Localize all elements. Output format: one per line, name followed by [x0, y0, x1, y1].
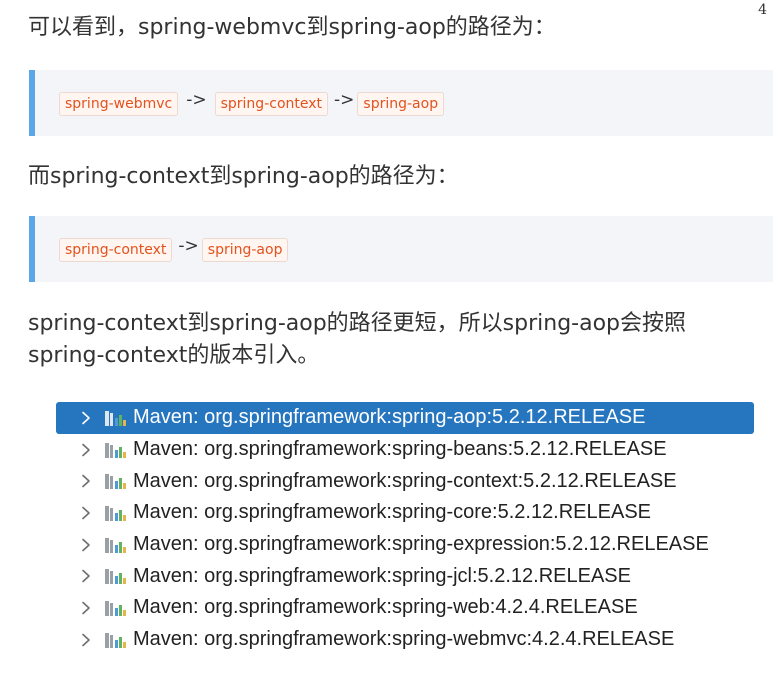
library-tree-row[interactable]: Maven: org.springframework:spring-aop:5.… — [56, 402, 754, 434]
library-label: Maven: org.springframework:spring-beans:… — [133, 438, 667, 461]
chevron-right-icon[interactable] — [76, 474, 96, 488]
chevron-right-icon[interactable] — [76, 443, 96, 457]
library-label: Maven: org.springframework:spring-webmvc… — [133, 628, 675, 651]
library-label: Maven: org.springframework:spring-contex… — [133, 469, 677, 492]
maven-library-icon — [104, 409, 130, 427]
paragraph-conclusion: spring-context到spring-aop的路径更短，所以spring-… — [28, 308, 755, 372]
chevron-right-icon[interactable] — [76, 538, 96, 552]
maven-library-icon — [104, 504, 130, 522]
library-label: Maven: org.springframework:spring-expres… — [133, 533, 709, 556]
code-chip-spring-aop: spring-aop — [201, 238, 289, 262]
library-tree-row[interactable]: Maven: org.springframework:spring-beans:… — [56, 434, 754, 466]
maven-library-icon — [104, 599, 130, 617]
library-label: Maven: org.springframework:spring-web:4.… — [133, 596, 638, 619]
library-tree-row[interactable]: Maven: org.springframework:spring-contex… — [56, 465, 754, 497]
external-libraries-tree: Maven: org.springframework:spring-aop:5.… — [56, 402, 754, 656]
maven-library-icon — [104, 472, 130, 490]
chevron-right-icon[interactable] — [76, 569, 96, 583]
library-label: Maven: org.springframework:spring-jcl:5.… — [133, 564, 631, 587]
path-arrow: -> — [186, 90, 207, 110]
code-chip-spring-context: spring-context — [214, 92, 329, 116]
path-quote-context: spring-context -> spring-aop — [29, 216, 773, 282]
chevron-right-icon[interactable] — [76, 601, 96, 615]
library-label: Maven: org.springframework:spring-core:5… — [133, 501, 652, 524]
library-tree-row[interactable]: Maven: org.springframework:spring-core:5… — [56, 497, 754, 529]
library-tree-row[interactable]: Maven: org.springframework:spring-web:4.… — [56, 592, 754, 624]
path-quote-webmvc: spring-webmvc -> spring-context -> sprin… — [29, 70, 773, 136]
conclusion-line-2: spring-context的版本引入。 — [28, 343, 320, 368]
library-tree-row[interactable]: Maven: org.springframework:spring-jcl:5.… — [56, 560, 754, 592]
maven-library-icon — [104, 631, 130, 649]
chevron-right-icon[interactable] — [76, 633, 96, 647]
path-arrow: -> — [178, 236, 199, 256]
paragraph-intro: 可以看到，spring-webmvc到spring-aop的路径为： — [28, 15, 556, 40]
chevron-right-icon[interactable] — [76, 506, 96, 520]
chevron-right-icon[interactable] — [76, 411, 96, 425]
maven-library-icon — [104, 567, 130, 585]
conclusion-line-1: spring-context到spring-aop的路径更短，所以spring-… — [28, 311, 687, 336]
library-label: Maven: org.springframework:spring-aop:5.… — [133, 406, 646, 429]
paragraph-context-path: 而spring-context到spring-aop的路径为： — [28, 164, 459, 189]
maven-library-icon — [104, 536, 130, 554]
code-chip-spring-webmvc: spring-webmvc — [59, 92, 179, 116]
library-tree-row[interactable]: Maven: org.springframework:spring-expres… — [56, 529, 754, 561]
maven-library-icon — [104, 441, 130, 459]
dependency-path: spring-context -> spring-aop — [59, 236, 289, 262]
page-number: 4 — [758, 2, 767, 18]
dependency-path: spring-webmvc -> spring-context -> sprin… — [59, 90, 445, 116]
code-chip-spring-aop: spring-aop — [357, 92, 445, 116]
code-chip-spring-context: spring-context — [59, 238, 173, 262]
library-tree-row[interactable]: Maven: org.springframework:spring-webmvc… — [56, 624, 754, 656]
path-arrow: -> — [334, 90, 355, 110]
